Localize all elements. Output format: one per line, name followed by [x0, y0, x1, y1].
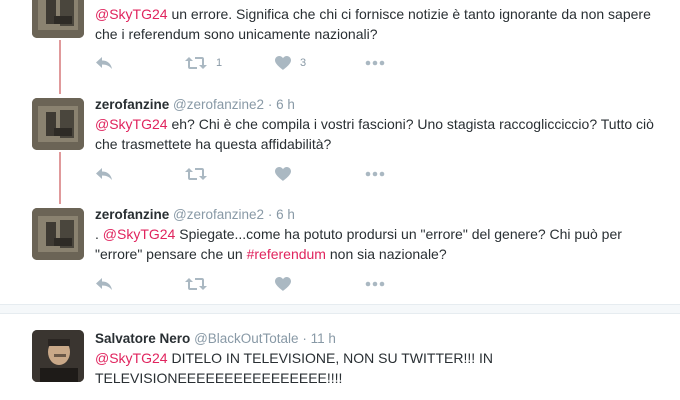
mention-link[interactable]: @SkyTG24	[95, 6, 168, 22]
tweet-1[interactable]: @SkyTG24 un errore. Significa che chi ci…	[0, 0, 680, 94]
tweet-3[interactable]: zerofanzine @zerofanzine2 · 6 h . @SkyTG…	[0, 198, 680, 304]
avatar[interactable]	[32, 208, 84, 260]
retweet-icon	[185, 56, 207, 70]
retweet-icon	[185, 277, 207, 291]
retweet-icon	[185, 167, 207, 181]
reply-button[interactable]	[95, 274, 185, 294]
author-username[interactable]: @zerofanzine2	[173, 207, 264, 222]
tweet-text: @SkyTG24 DITELO IN TELEVISIONE, NON SU T…	[95, 350, 493, 386]
like-button[interactable]: 3	[275, 53, 365, 73]
more-icon	[365, 60, 385, 66]
avatar[interactable]	[32, 98, 84, 150]
tweet-text: . @SkyTG24 Spiegate...come ha potuto pro…	[95, 226, 622, 262]
timestamp[interactable]: 11 h	[311, 331, 336, 346]
more-button[interactable]	[365, 274, 455, 294]
retweet-count: 1	[216, 57, 223, 69]
author-name[interactable]: zerofanzine	[95, 207, 169, 222]
reply-icon	[95, 56, 113, 70]
timestamp[interactable]: 6 h	[276, 207, 295, 222]
tweet-text: @SkyTG24 un errore. Significa che chi ci…	[95, 6, 651, 42]
mention-link[interactable]: @SkyTG24	[103, 226, 176, 242]
tweet-2[interactable]: zerofanzine @zerofanzine2 · 6 h @SkyTG24…	[0, 88, 680, 204]
heart-icon	[275, 277, 291, 291]
like-button[interactable]	[275, 164, 365, 184]
like-count: 3	[300, 57, 307, 69]
more-icon	[365, 281, 385, 287]
heart-icon	[275, 56, 291, 70]
tweet-4[interactable]: Salvatore Nero @BlackOutTotale · 11 h @S…	[0, 314, 680, 400]
heart-icon	[275, 167, 291, 181]
avatar[interactable]	[32, 0, 84, 38]
tweet-actions	[95, 274, 455, 294]
more-icon	[365, 171, 385, 177]
more-button[interactable]	[365, 53, 455, 73]
mention-link[interactable]: @SkyTG24	[95, 350, 168, 366]
timestamp[interactable]: 6 h	[276, 97, 295, 112]
reply-button[interactable]	[95, 164, 185, 184]
tweet-header: zerofanzine @zerofanzine2 · 6 h	[95, 207, 295, 222]
tweet-text: @SkyTG24 eh? Chi è che compila i vostri …	[95, 116, 654, 152]
tweet-header: zerofanzine @zerofanzine2 · 6 h	[95, 97, 295, 112]
reply-button[interactable]	[95, 53, 185, 73]
reply-icon	[95, 167, 113, 181]
reply-icon	[95, 277, 113, 291]
avatar[interactable]	[32, 330, 84, 382]
conversation-divider	[0, 304, 680, 314]
author-username[interactable]: @zerofanzine2	[173, 97, 264, 112]
more-button[interactable]	[365, 164, 455, 184]
tweet-actions: 1 3	[95, 53, 455, 73]
retweet-button[interactable]: 1	[185, 53, 275, 73]
thread-line	[59, 40, 61, 94]
author-username[interactable]: @BlackOutTotale	[194, 331, 299, 346]
like-button[interactable]	[275, 274, 365, 294]
retweet-button[interactable]	[185, 164, 275, 184]
tweet-header: Salvatore Nero @BlackOutTotale · 11 h	[95, 331, 336, 346]
hashtag-link[interactable]: #referendum	[247, 246, 326, 262]
tweet-actions	[95, 164, 455, 184]
thread-line	[59, 152, 61, 204]
retweet-button[interactable]	[185, 274, 275, 294]
author-name[interactable]: zerofanzine	[95, 97, 169, 112]
author-name[interactable]: Salvatore Nero	[95, 331, 190, 346]
mention-link[interactable]: @SkyTG24	[95, 116, 168, 132]
